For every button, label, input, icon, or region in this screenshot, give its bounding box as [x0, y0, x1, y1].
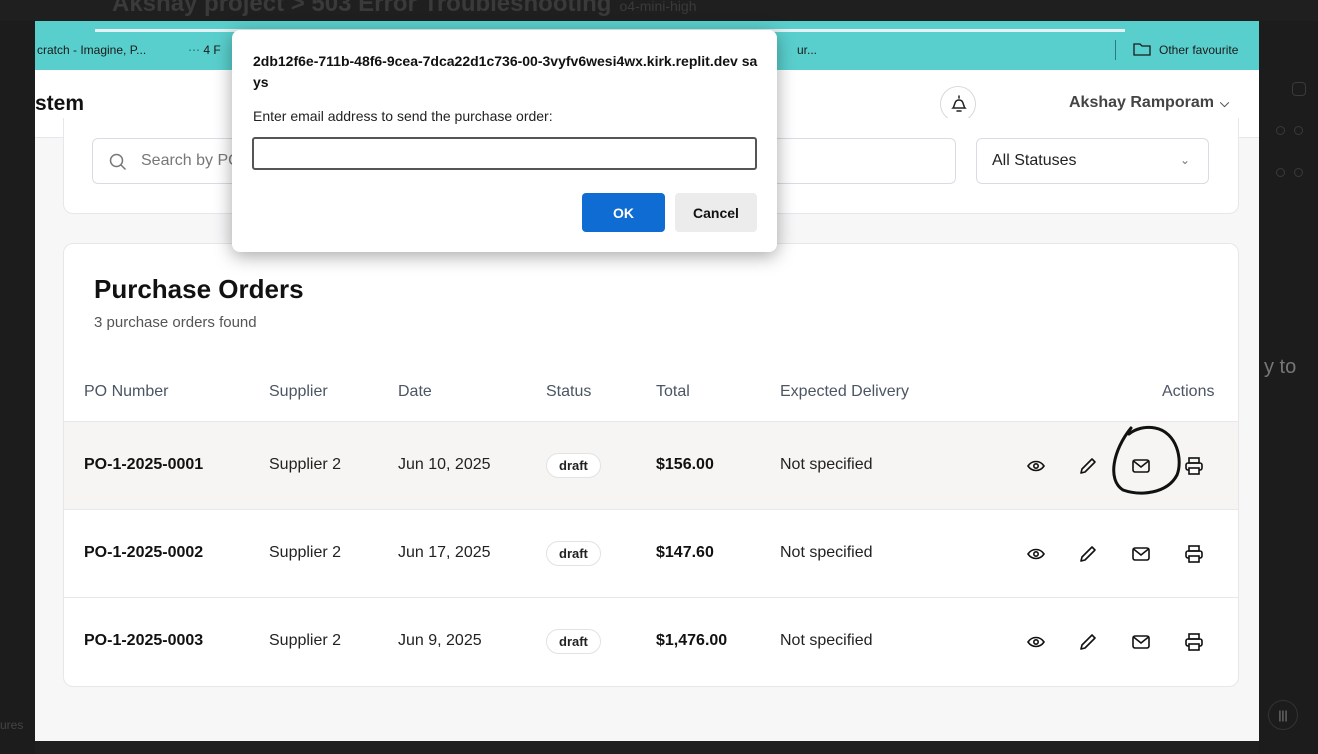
chevron-down-icon: ⌄	[1179, 153, 1190, 167]
expected-delivery: Not specified	[780, 544, 873, 561]
po-number: PO-1-2025-0003	[84, 632, 204, 649]
outer-left-panel	[0, 21, 35, 754]
order-date: Jun 9, 2025	[398, 632, 482, 649]
print-button[interactable]	[1183, 543, 1205, 565]
print-button[interactable]	[1183, 455, 1205, 477]
outer-bottom-left-text: ures	[0, 718, 24, 732]
mail-icon	[1132, 547, 1150, 561]
mail-icon	[1132, 459, 1150, 473]
printer-icon	[1185, 633, 1203, 651]
bell-icon	[951, 95, 967, 112]
view-button[interactable]	[1025, 631, 1047, 653]
app-title: stem	[35, 92, 85, 115]
user-menu[interactable]: Akshay Ramporam ⌵	[1069, 94, 1229, 112]
column-header-total: Total	[656, 383, 690, 400]
other-favourites[interactable]: Other favourite	[1159, 43, 1238, 57]
po-number: PO-1-2025-0002	[84, 544, 204, 561]
order-date: Jun 17, 2025	[398, 544, 491, 561]
order-total: $147.60	[656, 544, 714, 561]
column-header-po-number: PO Number	[84, 383, 169, 400]
prompt-dialog: 2db12f6e-711b-48f6-9cea-7dca22d1c736-00-…	[232, 30, 777, 252]
column-header-actions: Actions	[1162, 383, 1215, 400]
order-date: Jun 10, 2025	[398, 456, 491, 473]
status-filter-select[interactable]: All Statuses ⌄	[976, 138, 1209, 184]
table-row[interactable]: PO-1-2025-0001 Supplier 2 Jun 10, 2025 d…	[64, 421, 1238, 509]
email-button[interactable]	[1130, 631, 1152, 653]
chevron-down-icon: ⌵	[1219, 96, 1230, 110]
bookmark-item[interactable]: ⋯ 4 F	[188, 43, 221, 57]
supplier: Supplier 2	[269, 632, 342, 649]
order-total: $1,476.00	[656, 632, 728, 649]
email-button[interactable]	[1130, 543, 1152, 565]
column-header-status: Status	[546, 383, 592, 400]
search-icon	[109, 153, 127, 171]
pencil-icon	[1080, 546, 1096, 562]
status-badge: draft	[546, 629, 601, 654]
bookmark-item[interactable]: ur...	[797, 43, 817, 57]
edit-button[interactable]	[1077, 631, 1099, 653]
printer-icon	[1185, 545, 1203, 563]
outer-breadcrumb: Akshay project > 503 Error Troubleshooti…	[112, 0, 697, 18]
view-button[interactable]	[1025, 543, 1047, 565]
email-input[interactable]	[252, 137, 757, 170]
eye-icon	[1027, 636, 1045, 648]
table-row[interactable]: PO-1-2025-0003 Supplier 2 Jun 9, 2025 dr…	[64, 597, 1238, 685]
bookmark-divider	[1115, 40, 1116, 60]
column-header-supplier: Supplier	[269, 383, 328, 400]
status-badge: draft	[546, 541, 601, 566]
bookmark-label: 4 F	[203, 43, 221, 57]
mail-icon	[1132, 635, 1150, 649]
outer-right-partial-text: y to	[1264, 356, 1297, 378]
purchase-orders-card: Purchase Orders 3 purchase orders found …	[63, 243, 1239, 687]
eye-icon	[1027, 548, 1045, 560]
expected-delivery: Not specified	[780, 632, 873, 649]
pencil-icon	[1080, 634, 1096, 650]
status-filter-value: All Statuses	[992, 152, 1077, 169]
cancel-button[interactable]: Cancel	[675, 193, 757, 232]
breadcrumb-text: Akshay project > 503 Error Troubleshooti…	[112, 0, 612, 17]
printer-icon	[1185, 457, 1203, 475]
column-header-date: Date	[398, 383, 432, 400]
orders-title: Purchase Orders	[94, 274, 304, 304]
print-button[interactable]	[1183, 631, 1205, 653]
orders-count: 3 purchase orders found	[94, 314, 257, 331]
po-number: PO-1-2025-0001	[84, 456, 204, 473]
dialog-origin: 2db12f6e-711b-48f6-9cea-7dca22d1c736-00-…	[253, 53, 758, 90]
bookmark-item[interactable]: cratch - Imagine, P...	[37, 43, 146, 57]
notifications-button[interactable]	[940, 86, 976, 122]
view-button[interactable]	[1025, 455, 1047, 477]
email-button[interactable]	[1130, 455, 1152, 477]
status-badge: draft	[546, 453, 601, 478]
folder-icon	[1133, 43, 1151, 56]
supplier: Supplier 2	[269, 456, 342, 473]
expected-delivery: Not specified	[780, 456, 873, 473]
table-row[interactable]: PO-1-2025-0002 Supplier 2 Jun 17, 2025 d…	[64, 509, 1238, 597]
column-header-expected-delivery: Expected Delivery	[780, 383, 909, 400]
pencil-icon	[1080, 458, 1096, 474]
edit-button[interactable]	[1077, 455, 1099, 477]
user-name: Akshay Ramporam	[1069, 94, 1214, 111]
ok-button[interactable]: OK	[582, 193, 665, 232]
edit-button[interactable]	[1077, 543, 1099, 565]
model-label: o4-mini-high	[619, 0, 697, 14]
outer-window-titlebar: Akshay project > 503 Error Troubleshooti…	[0, 0, 1318, 21]
dialog-message: Enter email address to send the purchase…	[253, 108, 553, 124]
outer-right-decor	[1262, 70, 1312, 180]
voice-icon[interactable]: |||	[1268, 700, 1298, 730]
eye-icon	[1027, 460, 1045, 472]
supplier: Supplier 2	[269, 544, 342, 561]
order-total: $156.00	[656, 456, 714, 473]
